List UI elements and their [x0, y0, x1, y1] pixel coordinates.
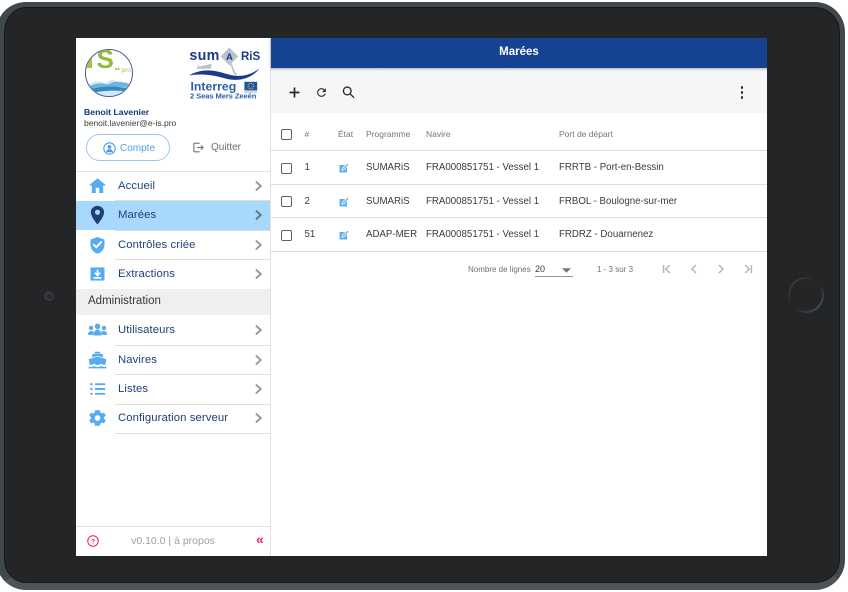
- svg-text:RiS: RiS: [241, 51, 261, 63]
- svg-text:2 Seas Mers Zeeën: 2 Seas Mers Zeeën: [190, 92, 257, 101]
- svg-text:A: A: [226, 52, 233, 63]
- svg-text:sum: sum: [189, 48, 219, 64]
